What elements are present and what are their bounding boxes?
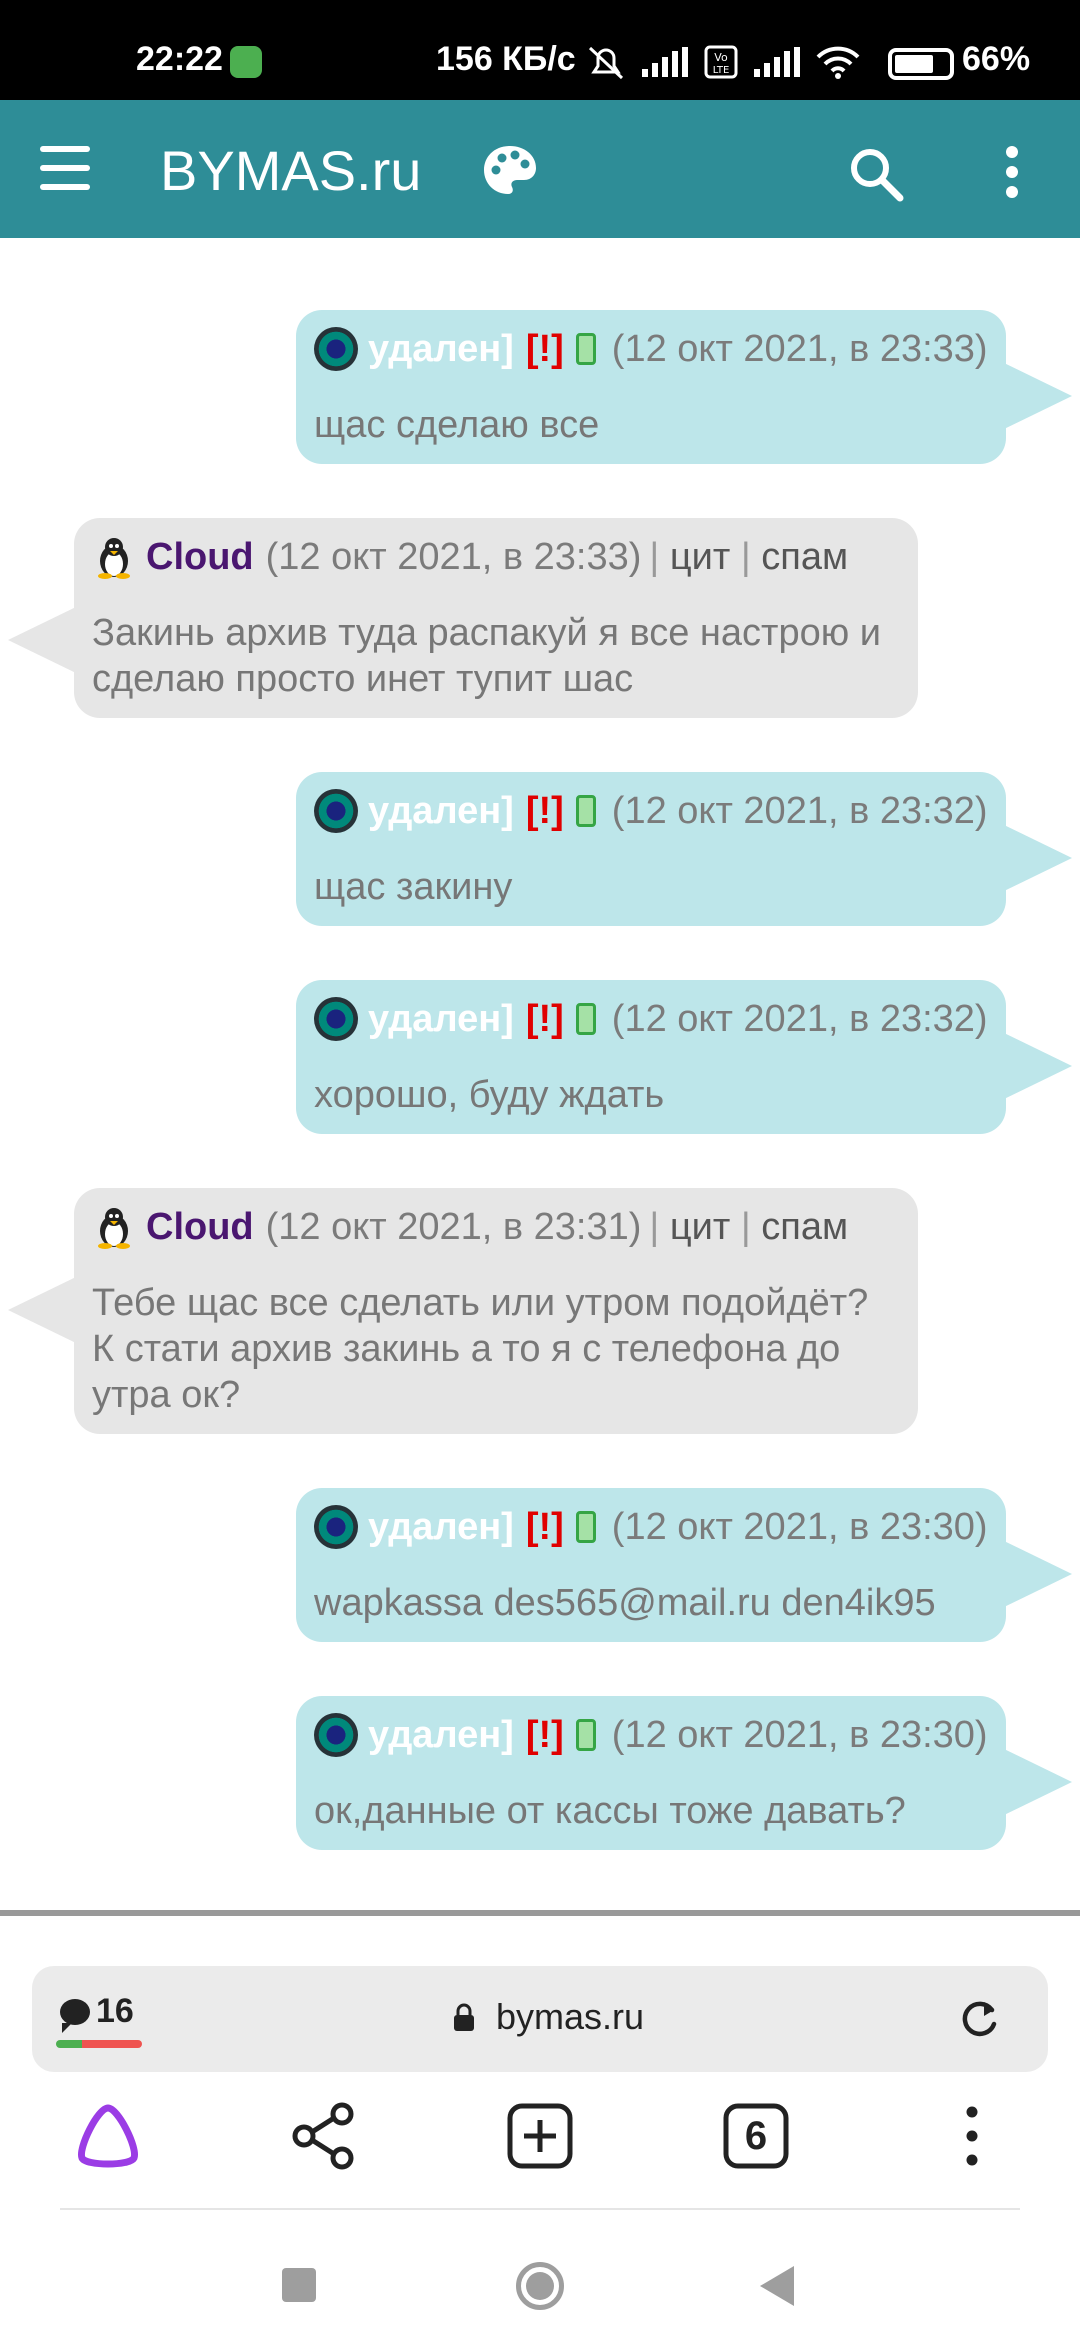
- site-title[interactable]: BYMAS.ru: [160, 138, 421, 203]
- separator: |: [649, 536, 660, 578]
- message-timestamp: (12 окт 2021, в 23:30): [611, 1714, 988, 1756]
- back-icon[interactable]: [760, 2266, 794, 2306]
- user-avatar[interactable]: [314, 327, 358, 371]
- message-text: Закинь архив туда распакуй я все настрою…: [92, 612, 882, 700]
- mobile-device-icon: [575, 1511, 596, 1543]
- chat-thread: удален] [!] (12 окт 2021, в 23:33) щас с…: [0, 238, 1080, 1916]
- reload-icon[interactable]: [956, 1996, 1002, 2042]
- comment-bubble-icon: [60, 1998, 90, 2033]
- spam-link[interactable]: спам: [761, 536, 848, 578]
- browser-toolbar: 6: [0, 2096, 1080, 2216]
- username[interactable]: удален]: [368, 788, 514, 834]
- message-timestamp: (12 окт 2021, в 23:33): [265, 536, 642, 578]
- alert-badge: [!]: [525, 998, 564, 1040]
- user-avatar[interactable]: [314, 1713, 358, 1757]
- alert-badge: [!]: [525, 1714, 564, 1756]
- rating-bar: [56, 2040, 142, 2048]
- comments-count: 16: [96, 1992, 134, 2030]
- quote-link[interactable]: цит: [670, 536, 730, 578]
- message-text: щас закину: [314, 866, 513, 908]
- home-icon[interactable]: [516, 2262, 564, 2310]
- signal-4g-icon: [754, 47, 800, 77]
- mobile-device-icon: [575, 1003, 596, 1035]
- tabs-count: 6: [744, 2114, 768, 2158]
- message-text: wapkassa des565@mail.ru den4ik95: [314, 1582, 936, 1624]
- system-navigation-bar: [0, 2216, 1080, 2340]
- mobile-device-icon: [575, 1719, 596, 1751]
- status-bar: 22:22 156 КБ/с Vo LTE 66%: [0, 0, 1080, 100]
- username[interactable]: удален]: [368, 1504, 514, 1550]
- message-outgoing: удален] [!] (12 окт 2021, в 23:32) хорош…: [296, 980, 1072, 1134]
- separator: |: [740, 536, 751, 578]
- message-outgoing: удален] [!] (12 окт 2021, в 23:30) wapka…: [296, 1488, 1072, 1642]
- penguin-avatar-icon[interactable]: [92, 535, 136, 579]
- alice-assistant-icon[interactable]: [68, 2096, 148, 2176]
- message-timestamp: (12 окт 2021, в 23:33): [611, 328, 988, 370]
- separator: |: [649, 1206, 660, 1248]
- alert-badge: [!]: [525, 328, 564, 370]
- recent-apps-icon[interactable]: [282, 2268, 316, 2302]
- message-timestamp: (12 окт 2021, в 23:32): [611, 998, 988, 1040]
- mobile-device-icon: [575, 795, 596, 827]
- message-text: ок,данные от кассы тоже давать?: [314, 1790, 906, 1832]
- more-options-icon[interactable]: [1002, 144, 1022, 200]
- divider: [60, 2208, 1020, 2210]
- message-text: Тебе щас все сделать или утром подойдёт?…: [92, 1282, 869, 1416]
- signal-icon: [642, 47, 688, 77]
- alert-badge: [!]: [525, 790, 564, 832]
- network-speed: 156 КБ/с: [436, 40, 576, 78]
- message-incoming: Cloud (12 окт 2021, в 23:33) | цит | спа…: [8, 518, 918, 718]
- mute-icon: [588, 46, 624, 80]
- alert-badge: [!]: [525, 1506, 564, 1548]
- url-domain[interactable]: bymas.ru: [496, 1996, 644, 2038]
- message-text: щас сделаю все: [314, 404, 600, 446]
- username[interactable]: удален]: [368, 996, 514, 1042]
- svg-text:Vo: Vo: [714, 51, 728, 64]
- message-outgoing: удален] [!] (12 окт 2021, в 23:33) щас с…: [296, 310, 1072, 464]
- menu-icon[interactable]: [40, 146, 90, 190]
- user-avatar[interactable]: [314, 1505, 358, 1549]
- message-outgoing: удален] [!] (12 окт 2021, в 23:32) щас з…: [296, 772, 1072, 926]
- user-avatar[interactable]: [314, 997, 358, 1041]
- username[interactable]: удален]: [368, 1712, 514, 1758]
- user-avatar[interactable]: [314, 789, 358, 833]
- lock-icon: [454, 2003, 474, 2031]
- address-bar[interactable]: 16 bymas.ru: [32, 1966, 1048, 2072]
- clock: 22:22: [136, 40, 223, 78]
- app-bar: BYMAS.ru: [0, 100, 1080, 238]
- message-timestamp: (12 окт 2021, в 23:32): [611, 790, 988, 832]
- penguin-avatar-icon[interactable]: [92, 1205, 136, 1249]
- browser-bottom-bar: 16 bymas.ru 6: [0, 1916, 1080, 2340]
- new-tab-icon[interactable]: [500, 2096, 580, 2176]
- quote-link[interactable]: цит: [670, 1206, 730, 1248]
- message-timestamp: (12 окт 2021, в 23:30): [611, 1506, 988, 1548]
- volte-icon: VoLTE: [704, 45, 738, 79]
- browser-menu-icon[interactable]: [932, 2096, 1012, 2176]
- svg-text:LTE: LTE: [713, 65, 730, 76]
- status-icons: Vo LTE: [586, 44, 860, 80]
- spam-link[interactable]: спам: [761, 1206, 848, 1248]
- wifi-icon: [816, 46, 860, 79]
- separator: |: [740, 1206, 751, 1248]
- username[interactable]: Cloud: [146, 1204, 254, 1250]
- share-icon[interactable]: [284, 2096, 364, 2176]
- palette-icon[interactable]: [482, 144, 538, 196]
- message-outgoing: удален] [!] (12 окт 2021, в 23:30) ок,да…: [296, 1696, 1072, 1850]
- username[interactable]: удален]: [368, 326, 514, 372]
- comments-counter[interactable]: 16: [60, 1992, 134, 2033]
- search-icon[interactable]: [846, 144, 906, 204]
- username[interactable]: Cloud: [146, 534, 254, 580]
- message-text: хорошо, буду ждать: [314, 1074, 665, 1116]
- app-notification-icon: [230, 46, 262, 78]
- message-incoming: Cloud (12 окт 2021, в 23:31) | цит | спа…: [8, 1188, 918, 1434]
- mobile-device-icon: [575, 333, 596, 365]
- battery-percent: 66%: [962, 40, 1031, 78]
- message-timestamp: (12 окт 2021, в 23:31): [265, 1206, 642, 1248]
- tabs-button[interactable]: 6: [716, 2096, 796, 2176]
- battery-icon: [888, 48, 954, 80]
